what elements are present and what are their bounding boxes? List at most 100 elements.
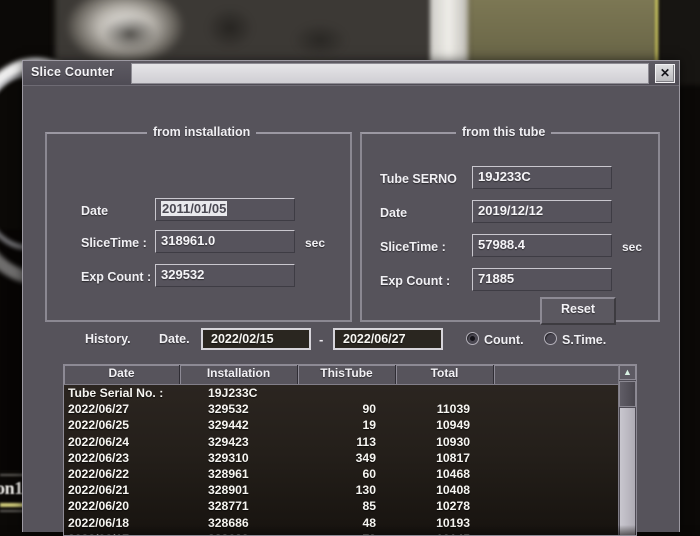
title-bar[interactable]: Slice Counter ✕ — [23, 61, 679, 86]
group-from-installation: from installation Date 2011/01/05 SliceT… — [45, 125, 352, 322]
cell-total: 10193 — [436, 515, 470, 530]
cell-date: 2022/06/20 — [68, 499, 129, 514]
close-icon[interactable]: ✕ — [655, 64, 675, 83]
cell-total: 10468 — [436, 466, 470, 481]
history-label: History. — [85, 332, 131, 346]
table-row[interactable]: 2022/06/21 328901 130 10408 — [64, 482, 636, 498]
history-date-from-input[interactable]: 2022/02/15 — [201, 328, 311, 350]
cell-total: 10145 — [396, 531, 494, 535]
cell-total: 11039 — [436, 402, 470, 417]
cell-total: 10278 — [436, 499, 470, 514]
installation-slicetime-unit: sec — [305, 236, 326, 250]
cell-date: 2022/06/21 — [68, 483, 129, 498]
tube-slicetime-label: SliceTime : — [380, 240, 446, 254]
cell-total: 10817 — [436, 450, 470, 465]
table-row[interactable]: 2022/06/27 329532 90 11039 — [64, 401, 636, 417]
installation-date-value: 2011/01/05 — [161, 201, 228, 216]
group-from-this-tube: from this tube Tube SERNO 19J233C Date 2… — [360, 125, 660, 325]
radio-count-label: Count. — [484, 333, 524, 347]
cell-thistube: 349 — [355, 450, 376, 465]
table-row-serial[interactable]: Tube Serial No. : 19J233C — [64, 385, 636, 401]
history-date-to-input[interactable]: 2022/06/27 — [333, 328, 443, 350]
column-header-thistube[interactable]: ThisTube — [298, 365, 396, 384]
radio-stime-label: S.Time. — [562, 333, 607, 347]
installation-slicetime-label: SliceTime : — [81, 236, 147, 250]
cell-thistube: 90 — [362, 402, 376, 417]
cell-thistube: 130 — [355, 483, 376, 498]
cell-installation: 329310 — [208, 450, 249, 465]
cell-date: 2022/06/25 — [68, 418, 129, 433]
tube-slicetime-input[interactable]: 57988.4 — [472, 234, 612, 257]
table-header-row: Date Installation ThisTube Total — [64, 365, 636, 385]
cell-installation: 329442 — [208, 418, 249, 433]
radio-stime[interactable]: S.Time. — [544, 331, 606, 349]
installation-slicetime-input[interactable]: 318961.0 — [155, 230, 295, 253]
tube-expcount-label: Exp Count : — [380, 274, 451, 288]
installation-date-label: Date — [81, 204, 109, 218]
window-title: Slice Counter — [31, 65, 115, 79]
installation-expcount-label: Exp Count : — [81, 270, 152, 284]
radio-count[interactable]: Count. — [466, 331, 524, 349]
reset-button[interactable]: Reset — [540, 297, 616, 325]
tube-expcount-input[interactable]: 71885 — [472, 268, 612, 291]
cell-date: 2022/06/24 — [68, 434, 129, 449]
installation-date-input[interactable]: 2011/01/05 — [155, 198, 295, 221]
title-bar-inset — [131, 63, 649, 84]
tube-date-input[interactable]: 2019/12/12 — [472, 200, 612, 223]
table-row[interactable]: 2022/06/173286397910145 — [64, 531, 636, 535]
cell-total: 10930 — [436, 434, 470, 449]
cell-date: 2022/06/23 — [68, 450, 129, 465]
table-row[interactable]: 2022/06/25 329442 19 10949 — [64, 417, 636, 433]
serial-row-label: Tube Serial No. : — [68, 386, 164, 400]
table-row[interactable]: 2022/06/24 329423 113 10930 — [64, 434, 636, 450]
column-header-total[interactable]: Total — [396, 365, 494, 384]
scroll-up-icon[interactable]: ▲ — [619, 365, 636, 380]
cell-date: 2022/06/18 — [68, 515, 129, 530]
installation-expcount-input[interactable]: 329532 — [155, 264, 295, 287]
cell-date: 2022/06/27 — [68, 402, 129, 417]
group-from-installation-legend: from installation — [147, 125, 257, 139]
cell-installation: 328901 — [208, 483, 249, 498]
table-body: Tube Serial No. : 19J233C 2022/06/27 3295… — [64, 385, 636, 535]
cell-installation: 328686 — [208, 515, 249, 530]
cell-thistube: 79 — [298, 531, 396, 535]
scrollbar-track[interactable] — [620, 408, 635, 535]
history-date-label: Date. — [159, 332, 190, 346]
history-date-separator: - — [319, 332, 324, 347]
cell-installation: 328961 — [208, 466, 249, 481]
column-header-installation[interactable]: Installation — [180, 365, 298, 384]
column-header-date[interactable]: Date — [64, 365, 180, 384]
table-row[interactable]: 2022/06/18 328686 48 10193 — [64, 515, 636, 531]
serial-row-value: 19J233C — [208, 386, 258, 400]
cell-thistube: 60 — [362, 466, 376, 481]
cell-date: 2022/06/22 — [68, 466, 129, 481]
cell-thistube: 19 — [362, 418, 376, 433]
radio-count-indicator — [466, 332, 479, 345]
group-from-this-tube-legend: from this tube — [456, 125, 552, 139]
radio-stime-indicator — [544, 332, 557, 345]
cell-installation: 329532 — [208, 402, 249, 417]
cell-thistube: 113 — [356, 434, 376, 449]
column-header-spacer — [494, 365, 636, 384]
table-row[interactable]: 2022/06/20 328771 85 10278 — [64, 498, 636, 514]
cell-thistube: 48 — [362, 515, 376, 530]
tube-date-label: Date — [380, 206, 408, 220]
tube-slicetime-unit: sec — [622, 240, 643, 254]
history-row: History. Date. 2022/02/15 - 2022/06/27 C… — [23, 326, 679, 358]
cell-installation: 328771 — [208, 499, 249, 514]
dialog-body: from installation Date 2011/01/05 SliceT… — [23, 86, 679, 536]
cell-date: 2022/06/17 — [64, 531, 180, 535]
tube-serno-label: Tube SERNO — [380, 172, 457, 186]
slice-counter-dialog: Slice Counter ✕ from installation Date 2… — [22, 60, 680, 536]
table-row[interactable]: 2022/06/22 328961 60 10468 — [64, 466, 636, 482]
cell-installation: 328639 — [180, 531, 298, 535]
cell-total: 10949 — [436, 418, 470, 433]
table-row[interactable]: 2022/06/23 329310 349 10817 — [64, 450, 636, 466]
cell-thistube: 85 — [362, 499, 376, 514]
cell-installation: 329423 — [208, 434, 249, 449]
history-table: Date Installation ThisTube Total Tube Se… — [63, 364, 637, 536]
tube-serno-input[interactable]: 19J233C — [472, 166, 612, 189]
table-scrollbar[interactable]: ▲ — [618, 365, 636, 535]
scrollbar-thumb[interactable] — [619, 381, 636, 407]
cell-total: 10408 — [436, 483, 470, 498]
